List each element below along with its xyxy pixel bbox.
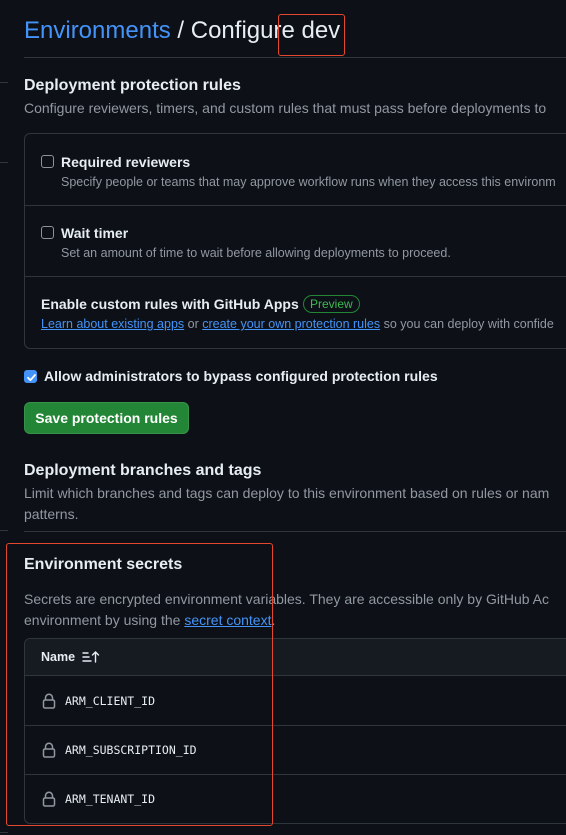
save-protection-rules-button[interactable]: Save protection rules	[24, 402, 189, 434]
gutter-divider	[0, 82, 8, 83]
required-reviewers-checkbox[interactable]	[41, 155, 54, 168]
row-divider	[25, 276, 566, 277]
protection-rules-box: Required reviewers Specify people or tea…	[24, 133, 566, 349]
divider	[24, 57, 566, 58]
admin-bypass-checkbox[interactable]	[24, 370, 37, 383]
breadcrumb-separator: /	[170, 17, 191, 44]
required-reviewers-label: Required reviewers	[61, 154, 191, 170]
breadcrumb-environments-link[interactable]: Environments	[24, 17, 171, 44]
protection-rules-description: Configure reviewers, timers, and custom …	[24, 100, 547, 116]
preview-badge: Preview	[303, 295, 360, 313]
branches-title: Deployment branches and tags	[24, 462, 262, 479]
row-divider	[25, 205, 566, 206]
required-reviewers-description: Specify people or teams that may approve…	[61, 175, 556, 189]
branches-description-line1: Limit which branches and tags can deploy…	[24, 485, 550, 501]
wait-timer-label: Wait timer	[61, 225, 129, 241]
create-protection-rules-link[interactable]: create your own protection rules	[202, 317, 380, 331]
wait-timer-checkbox[interactable]	[41, 226, 54, 239]
checkmark-icon	[27, 374, 36, 382]
annotation-highlight-secrets	[6, 543, 273, 826]
learn-existing-apps-link[interactable]: Learn about existing apps	[41, 317, 184, 331]
admin-bypass-label: Allow administrators to bypass configure…	[44, 368, 438, 384]
gutter-divider	[0, 832, 8, 833]
page: Environments / Configure dev Deployment …	[0, 0, 566, 835]
custom-rules-description: Learn about existing apps or create your…	[41, 317, 554, 331]
custom-rules-suffix: so you can deploy with confide	[380, 317, 554, 331]
or-text: or	[184, 317, 203, 331]
branches-description-line2: patterns.	[24, 506, 79, 522]
custom-rules-title: Enable custom rules with GitHub Apps	[41, 296, 299, 312]
annotation-highlight-env-name	[278, 14, 345, 56]
protection-rules-title: Deployment protection rules	[24, 77, 241, 94]
gutter-divider	[0, 162, 8, 163]
gutter-divider	[0, 530, 8, 531]
divider	[24, 531, 566, 532]
wait-timer-description: Set an amount of time to wait before all…	[61, 246, 451, 260]
